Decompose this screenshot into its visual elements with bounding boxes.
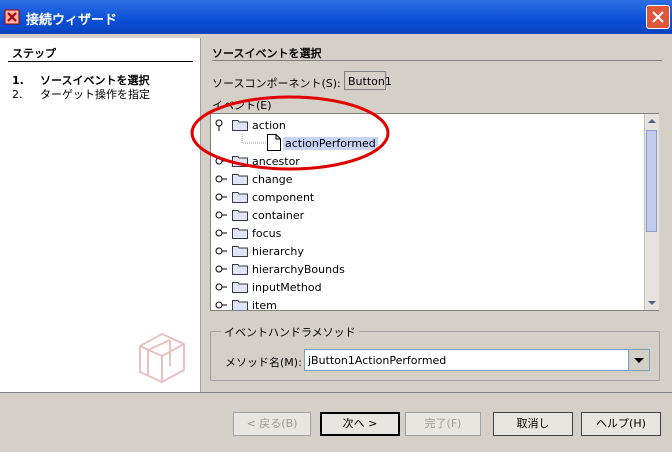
source-component-label: ソースコンポーネント(S): xyxy=(212,77,341,90)
folder-icon xyxy=(232,282,248,293)
expand-icon[interactable] xyxy=(215,191,227,203)
title-divider xyxy=(212,60,662,61)
folder-icon xyxy=(232,210,248,221)
step-number: 2. xyxy=(12,88,23,101)
window-title: 接続ウィザード xyxy=(26,13,118,28)
app-icon xyxy=(4,9,20,25)
method-name-combo[interactable]: jButton1ActionPerformed xyxy=(304,349,650,371)
finish-button[interactable]: 完了(F) xyxy=(405,412,481,436)
scrollbar-thumb[interactable] xyxy=(646,130,657,232)
chevron-down-icon xyxy=(634,358,644,363)
expand-icon[interactable] xyxy=(215,227,227,239)
tree-item-label: item xyxy=(252,299,277,311)
folder-icon xyxy=(232,264,248,275)
steps-divider xyxy=(8,61,193,62)
folder-icon xyxy=(232,174,248,185)
scroll-up-icon[interactable] xyxy=(645,114,659,128)
cancel-button[interactable]: 取消し xyxy=(493,412,573,436)
tree-item-label: focus xyxy=(252,227,282,240)
close-button[interactable] xyxy=(646,5,670,29)
expand-icon[interactable] xyxy=(215,299,227,311)
method-name-value: jButton1ActionPerformed xyxy=(308,354,447,367)
close-icon xyxy=(652,11,664,23)
tree-item-label: component xyxy=(252,191,315,204)
expand-icon[interactable] xyxy=(215,281,227,293)
folder-icon xyxy=(232,246,248,257)
tree-scrollbar[interactable] xyxy=(644,114,659,310)
steps-pane: ステップ 1. ソースイベントを選択 2. ターゲット操作を指定 xyxy=(0,38,201,392)
group-title: イベントハンドラメソッド xyxy=(221,324,359,340)
tree-item-label: hierarchyBounds xyxy=(252,263,345,276)
source-component-field: Button1 xyxy=(344,71,392,90)
expand-icon[interactable] xyxy=(215,209,227,221)
back-button[interactable]: < 戻る(B) xyxy=(233,412,311,436)
expand-icon[interactable] xyxy=(215,173,227,185)
folder-icon xyxy=(232,300,248,310)
cube-watermark-icon xyxy=(139,332,185,384)
method-name-label: メソッド名(M): xyxy=(225,356,302,369)
folder-icon xyxy=(232,192,248,203)
steps-title: ステップ xyxy=(12,47,56,60)
scroll-down-icon[interactable] xyxy=(645,296,659,310)
step-label: ターゲット操作を指定 xyxy=(40,88,150,101)
next-button[interactable]: 次へ > xyxy=(320,412,400,436)
expand-icon[interactable] xyxy=(215,245,227,257)
annotation-ellipse xyxy=(190,95,390,171)
title-bar: 接続ウィザード xyxy=(0,0,672,34)
event-handler-group: イベントハンドラメソッド メソッド名(M): jButton1ActionPer… xyxy=(210,324,660,381)
folder-icon xyxy=(232,228,248,239)
tree-item-label: hierarchy xyxy=(252,245,304,258)
tree-item-label: inputMethod xyxy=(252,281,322,294)
page-title: ソースイベントを選択 xyxy=(212,47,322,60)
tree-item-label: change xyxy=(252,173,293,186)
dropdown-button[interactable] xyxy=(628,350,649,370)
footer-divider xyxy=(0,392,672,393)
step-2: 2. ターゲット操作を指定 xyxy=(12,86,150,102)
help-button[interactable]: ヘルプ(H) xyxy=(581,412,661,436)
tree-item-label: container xyxy=(252,209,305,222)
expand-icon[interactable] xyxy=(215,263,227,275)
